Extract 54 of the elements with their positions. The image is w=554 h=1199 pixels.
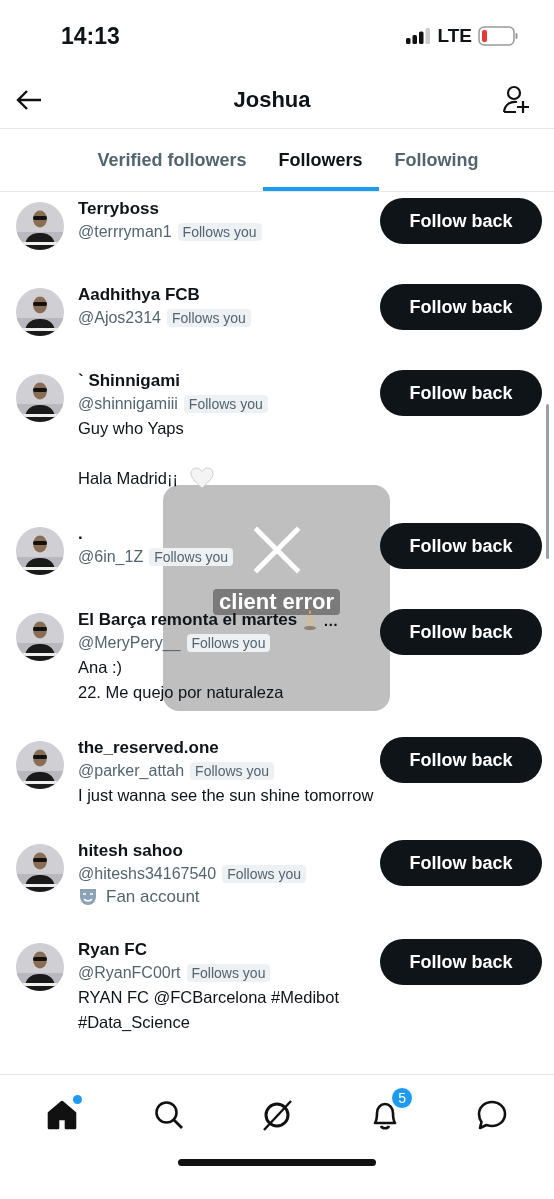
user-handle: @RyanFC00rt bbox=[78, 964, 181, 982]
user-name: Ryan FC bbox=[78, 940, 147, 960]
follow-back-button[interactable]: Follow back bbox=[380, 370, 542, 416]
follows-you-tag: Follows you bbox=[186, 634, 271, 652]
user-handle: @MeryPery__ bbox=[78, 634, 181, 652]
follows-you-tag: Follows you bbox=[149, 548, 234, 566]
follow-back-button[interactable]: Follow back bbox=[380, 609, 542, 655]
follow-back-button[interactable]: Follow back bbox=[380, 284, 542, 330]
user-handle: @Ajos2314 bbox=[78, 309, 161, 327]
follows-you-tag: Follows you bbox=[186, 964, 271, 982]
follows-you-tag: Follows you bbox=[166, 309, 251, 327]
user-handle: @terrryman1 bbox=[78, 223, 172, 241]
user-name: Terryboss bbox=[78, 199, 159, 219]
tab[interactable]: Followers bbox=[262, 129, 379, 191]
tab[interactable]: Following bbox=[378, 129, 495, 191]
status-time: 14:13 bbox=[61, 22, 120, 50]
user-bio: Guy who Yaps Hala Madrid¡¡ bbox=[78, 418, 184, 489]
notification-count: 5 bbox=[391, 1087, 414, 1109]
user-name: Aadhithya FCB bbox=[78, 285, 200, 305]
signal-icon bbox=[405, 28, 432, 44]
follows-you-tag: Follows you bbox=[190, 762, 274, 780]
chat-bubble-icon bbox=[476, 1099, 509, 1131]
user-name: . bbox=[78, 524, 83, 544]
candle-icon bbox=[303, 610, 318, 630]
user-handle: @hiteshs34167540 bbox=[78, 865, 217, 883]
account-label: Fan account bbox=[106, 887, 200, 907]
user-handle: @parker_attah bbox=[78, 762, 185, 780]
home-icon bbox=[45, 1099, 78, 1131]
user-name: the_reserved.one bbox=[78, 738, 219, 758]
search-icon bbox=[152, 1099, 185, 1131]
battery-icon bbox=[478, 26, 518, 46]
follows-you-tag: Follows you bbox=[177, 223, 262, 241]
user-bio: RYAN FC @FCBarcelona #Medibot #Data_Science bbox=[78, 987, 340, 1033]
mask-icon bbox=[78, 887, 98, 907]
user-name: hitesh sahoo bbox=[78, 841, 183, 861]
follow-back-button[interactable]: Follow back bbox=[380, 939, 542, 985]
user-name: ` Shinnigami bbox=[78, 371, 180, 391]
network-label: LTE bbox=[437, 25, 472, 47]
back-arrow-icon[interactable] bbox=[16, 89, 42, 111]
user-handle: @6in_1Z bbox=[78, 548, 144, 566]
user-bio: Ana :) 22. Me quejo por naturaleza bbox=[78, 657, 284, 703]
add-user-icon[interactable] bbox=[502, 85, 530, 115]
profile-title: Joshua bbox=[233, 87, 311, 113]
follow-back-button[interactable]: Follow back bbox=[380, 737, 542, 783]
follow-back-button[interactable]: Follow back bbox=[380, 840, 542, 886]
tab[interactable]: Verified followers bbox=[81, 129, 263, 191]
user-handle: @shinnigamiii bbox=[78, 395, 178, 413]
heart-icon bbox=[189, 467, 214, 489]
user-bio: I just wanna see the sun shine tomorrow bbox=[78, 785, 374, 806]
follow-back-button[interactable]: Follow back bbox=[380, 198, 542, 244]
follow-back-button[interactable]: Follow back bbox=[380, 523, 542, 569]
follows-you-tag: Follows you bbox=[222, 865, 307, 883]
close-icon bbox=[251, 525, 302, 575]
follows-you-tag: Follows you bbox=[183, 395, 268, 413]
